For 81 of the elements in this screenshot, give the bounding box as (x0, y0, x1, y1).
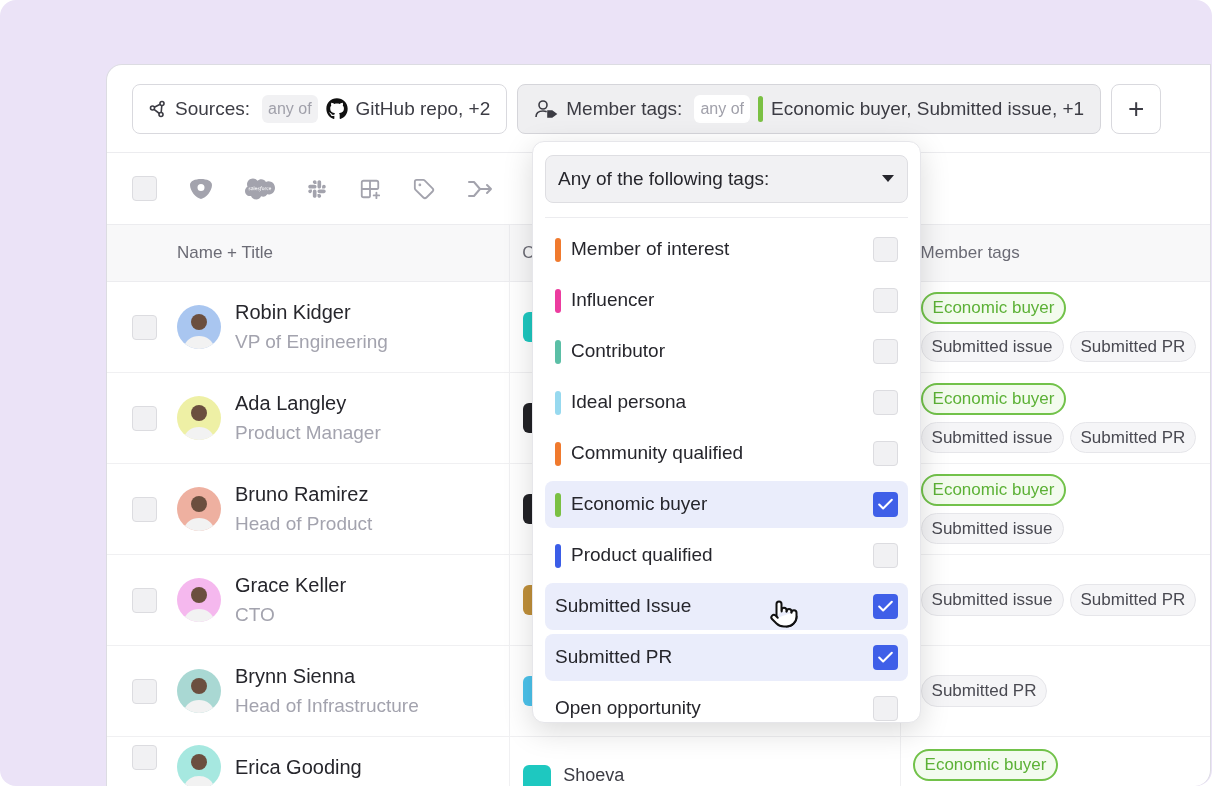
slack-icon[interactable] (307, 178, 327, 199)
checkbox[interactable] (132, 176, 157, 201)
option-label: Influencer (571, 288, 655, 313)
tag-pill: Economic buyer (920, 474, 1067, 506)
member-title: VP of Engineering (235, 330, 388, 354)
option-label: Ideal persona (571, 390, 687, 415)
checkbox[interactable] (873, 441, 898, 466)
checkbox[interactable] (873, 492, 898, 517)
tag-pill: Submitted PR (1069, 584, 1197, 616)
column-header[interactable]: Member tags (920, 240, 1020, 266)
tag-pill: Economic buyer (912, 749, 1059, 781)
member-title: Head of Infrastructure (235, 694, 419, 718)
member-name: Robin Kidger (235, 300, 352, 324)
member-title: CTO (235, 603, 276, 627)
match-select[interactable]: Any of the following tags: (545, 155, 908, 203)
filter-label: Member tags: (566, 96, 683, 121)
tag-pill: Economic buyer (920, 383, 1067, 415)
checkbox[interactable] (873, 288, 898, 313)
checkbox[interactable] (873, 543, 898, 568)
tag-pill: Submitted PR (920, 675, 1048, 707)
checkbox[interactable] (132, 745, 157, 770)
checkbox[interactable] (873, 645, 898, 670)
member-title: Product Manager (235, 421, 381, 445)
checkbox[interactable] (873, 237, 898, 262)
column-header[interactable]: Name + Title (177, 240, 273, 266)
checkbox[interactable] (132, 496, 157, 522)
add-filter-button[interactable]: + (1111, 84, 1162, 134)
tag-option[interactable]: Community qualified (545, 430, 908, 477)
tag-pill: Submitted issue (920, 421, 1064, 453)
tag-option[interactable]: Product qualified (545, 532, 908, 579)
pointer-cursor-icon (769, 599, 799, 629)
tag-option[interactable]: Ideal persona (545, 379, 908, 426)
option-label: Economic buyer (571, 492, 708, 517)
option-label: Submitted PR (555, 645, 673, 670)
tag-option[interactable]: Submitted Issue (545, 583, 908, 630)
tag-pill: Submitted PR (1069, 421, 1197, 453)
caret-icon (881, 175, 895, 183)
filter-label: Sources: (175, 96, 250, 121)
tag-pill: Submitted PR (1069, 330, 1197, 362)
merge-arrow-icon (467, 178, 493, 199)
option-label: Contributor (571, 339, 665, 364)
tag-option[interactable]: Member of interest (545, 226, 908, 273)
option-label: Open opportunity (555, 696, 701, 721)
network-icon (149, 100, 167, 118)
member-name: Erica Gooding (235, 755, 362, 779)
github-icon (325, 98, 348, 120)
tag-option[interactable]: Open opportunity (545, 685, 908, 732)
member-name: Bruno Ramirez (235, 482, 370, 506)
tag-option[interactable]: Influencer (545, 277, 908, 324)
tag-option[interactable]: Contributor (545, 328, 908, 375)
company-name: Shoeva (563, 765, 625, 785)
checkbox[interactable] (132, 587, 157, 613)
filter-value: GitHub repo, +2 (355, 96, 491, 121)
option-label: Community qualified (571, 441, 744, 466)
shield-icon (189, 177, 213, 200)
tag-pill: Submitted issue (920, 584, 1064, 616)
member-title: Head of Product (235, 512, 373, 536)
tag-option[interactable]: Economic buyer (545, 481, 908, 528)
member-name: Grace Keller (235, 573, 347, 597)
option-label: Member of interest (571, 237, 730, 262)
tag-option[interactable]: Submitted PR (545, 634, 908, 681)
checkbox[interactable] (873, 390, 898, 415)
member-name: Ada Langley (235, 391, 348, 415)
checkbox[interactable] (132, 405, 157, 431)
filter-value: Economic buyer, Submitted issue, +1 (771, 96, 1085, 121)
option-label: Product qualified (571, 543, 713, 568)
option-label: Submitted Issue (555, 594, 692, 619)
tag-icon[interactable] (413, 177, 435, 200)
member-name: Brynn Sienna (235, 664, 357, 688)
user-tag-icon (534, 99, 559, 119)
checkbox[interactable] (873, 594, 898, 619)
checkbox[interactable] (132, 678, 157, 704)
tag-pill: Submitted issue (920, 330, 1064, 362)
filter-chip[interactable]: Member tags: any of Economic buyer, Submitted issue, +1 (517, 84, 1102, 134)
tag-pill: Submitted issue (920, 512, 1064, 544)
checkbox[interactable] (132, 314, 157, 340)
filter-chip[interactable]: Sources: any of GitHub repo, +2 (132, 84, 508, 134)
tag-pill: Economic buyer (920, 292, 1067, 324)
grid-plus-icon[interactable] (359, 177, 381, 200)
checkbox[interactable] (873, 339, 898, 364)
checkbox[interactable] (873, 696, 898, 721)
